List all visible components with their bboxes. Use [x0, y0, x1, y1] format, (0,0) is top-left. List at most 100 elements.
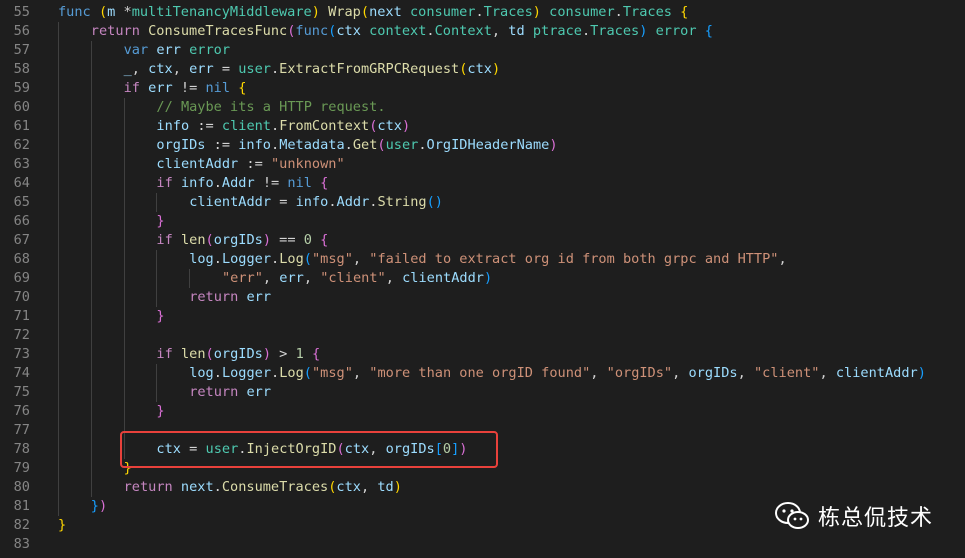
code-line[interactable]: 83 — [0, 535, 965, 554]
code-line[interactable]: 65 clientAddr = info.Addr.String() — [0, 193, 965, 212]
code-token: := — [238, 156, 271, 172]
code-line[interactable]: 80 return next.ConsumeTraces(ctx, td) — [0, 478, 965, 497]
code-line[interactable]: 62 orgIDs := info.Metadata.Get(user.OrgID… — [0, 136, 965, 155]
code-token: , — [131, 61, 149, 77]
code-line[interactable]: 67 if len(orgIDs) == 0 { — [0, 231, 965, 250]
indent-guide — [58, 174, 59, 193]
indent-guide — [123, 269, 125, 288]
code-text: log.Logger.Log("msg", "more than one org… — [189, 364, 926, 383]
line-number: 75 — [13, 384, 30, 400]
code-token: := — [205, 137, 239, 153]
line-number: 81 — [13, 498, 30, 514]
code-token: Log — [279, 251, 304, 267]
code-token: ) — [491, 61, 501, 77]
indent-guide — [90, 60, 92, 79]
code-token: { — [320, 175, 329, 191]
code-line[interactable]: 57 var err error — [0, 41, 965, 60]
indent-guide — [90, 269, 92, 288]
code-token: ) — [532, 4, 541, 20]
code-line[interactable]: 58 _, ctx, err = user.ExtractFromGRPCRequ… — [0, 60, 965, 79]
code-line[interactable]: 68 log.Logger.Log("msg", "failed to extra… — [0, 250, 965, 269]
code-token: var — [123, 42, 149, 58]
indent-guide — [90, 345, 92, 364]
code-line[interactable]: 55 func (m *multiTenancyMiddleware) Wrap(… — [0, 3, 965, 22]
code-token: = — [213, 61, 239, 77]
code-token: , — [778, 251, 787, 267]
code-token: clientAddr — [189, 194, 272, 210]
indent-guide — [90, 250, 92, 269]
code-token: 1 — [295, 346, 304, 362]
code-token: ( — [98, 4, 108, 20]
code-text: func (m *multiTenancyMiddleware) Wrap(ne… — [58, 3, 688, 22]
indent-guide — [123, 231, 125, 250]
code-token: return — [90, 23, 140, 39]
code-token: "unknown" — [270, 156, 345, 172]
code-line[interactable]: 74 log.Logger.Log("msg", "more than one o… — [0, 364, 965, 383]
code-line[interactable]: 69 "err", err, "client", clientAddr) — [0, 269, 965, 288]
code-token: , — [819, 365, 836, 381]
code-token: info — [238, 137, 271, 153]
code-line[interactable]: 73 if len(orgIDs) > 1 { — [0, 345, 965, 364]
code-line[interactable]: 60 // Maybe its a HTTP request. — [0, 98, 965, 117]
indent-guide — [58, 345, 59, 364]
code-line[interactable]: 59 if err != nil { — [0, 79, 965, 98]
code-line[interactable]: 56 return ConsumeTracesFunc(func(ctx cont… — [0, 22, 965, 41]
code-token: FromContext — [279, 118, 370, 134]
code-editor[interactable]: 55 func (m *multiTenancyMiddleware) Wrap(… — [0, 3, 965, 554]
code-line[interactable]: 70 return err — [0, 288, 965, 307]
code-token: "orgIDs" — [606, 365, 673, 381]
code-token: ) — [262, 346, 271, 362]
code-line[interactable]: 61 info := client.FromContext(ctx) — [0, 117, 965, 136]
indent-guide — [58, 117, 59, 136]
code-token: () — [426, 194, 443, 210]
code-line[interactable]: 75 return err — [0, 383, 965, 402]
code-token: error — [655, 23, 697, 39]
watermark: 栋总侃技术 — [774, 496, 933, 536]
code-token: client — [221, 118, 271, 134]
code-token: td — [508, 23, 525, 39]
code-token: { — [320, 232, 329, 248]
code-token: . — [344, 137, 353, 153]
code-token: orgIDs — [688, 365, 738, 381]
code-line[interactable]: 63 clientAddr := "unknown" — [0, 155, 965, 174]
code-token: err — [189, 61, 214, 77]
code-token: . — [271, 251, 280, 267]
code-line[interactable]: 64 if info.Addr != nil { — [0, 174, 965, 193]
code-line[interactable]: 71} — [0, 307, 965, 326]
indent-guide — [156, 364, 158, 383]
code-text: "err", err, "client", clientAddr) — [222, 269, 492, 288]
code-token: . — [213, 251, 222, 267]
indent-guide — [58, 250, 59, 269]
code-token: orgIDs — [213, 232, 263, 248]
line-number: 55 — [13, 4, 30, 20]
code-token: err — [279, 270, 304, 286]
code-token: ctx — [467, 61, 492, 77]
line-number: 71 — [13, 308, 30, 324]
code-text: if err != nil { — [124, 79, 247, 98]
code-token: log — [189, 251, 214, 267]
code-line[interactable]: 72 — [0, 326, 965, 345]
indent-guide — [123, 117, 125, 136]
indent-guide — [58, 288, 59, 307]
code-token: . — [213, 175, 222, 191]
code-token: , — [352, 251, 370, 267]
code-token: , — [262, 270, 280, 286]
code-token: ) — [917, 365, 926, 381]
code-token: . — [271, 365, 280, 381]
code-line[interactable]: 66} — [0, 212, 965, 231]
code-token: clientAddr — [402, 270, 484, 286]
code-token: . — [614, 4, 623, 20]
code-line[interactable]: 76} — [0, 402, 965, 421]
code-token: Log — [279, 365, 304, 381]
indent-guide — [123, 402, 125, 421]
code-token: ( — [205, 232, 214, 248]
